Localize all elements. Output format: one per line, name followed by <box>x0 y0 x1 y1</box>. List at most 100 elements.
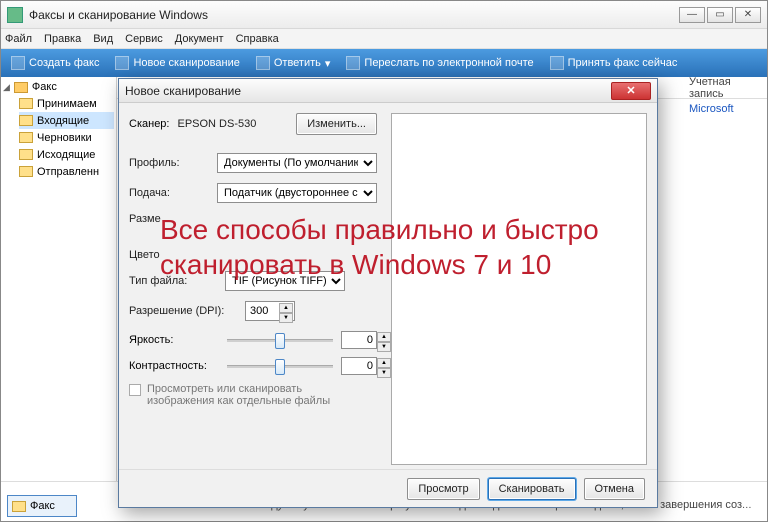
dialog-footer: Просмотр Сканировать Отмена <box>119 469 657 507</box>
reply-icon <box>256 56 270 70</box>
toolbar-new-fax[interactable]: Создать факс <box>5 54 105 72</box>
feed-select[interactable]: Податчик (двустороннее сканир <box>217 183 377 203</box>
separate-files-label: Просмотреть или сканировать изображения … <box>147 383 357 407</box>
tree-root[interactable]: ◢ Факс <box>3 81 114 93</box>
dialog-body: Сканер: EPSON DS-530 Изменить... Профиль… <box>119 103 657 469</box>
spin-down-icon[interactable]: ▼ <box>377 368 391 378</box>
brightness-value[interactable]: 0 ▲▼ <box>341 331 377 349</box>
minimize-button[interactable]: — <box>679 7 705 23</box>
preview-button[interactable]: Просмотр <box>407 478 479 500</box>
tree-item-label: Принимаем <box>37 98 97 110</box>
sidebar: ◢ Факс Принимаем Входящие Черновики Исхо… <box>1 77 117 521</box>
scanner-label: Сканер: <box>129 118 169 130</box>
toolbar-forward-label: Переслать по электронной почте <box>364 57 533 69</box>
scan-button[interactable]: Сканировать <box>488 478 576 500</box>
tree-item-drafts[interactable]: Черновики <box>19 129 114 146</box>
spin-down-icon[interactable]: ▼ <box>377 342 391 352</box>
toolbar: Создать факс Новое сканирование Ответить… <box>1 49 767 77</box>
account-value[interactable]: Microsoft <box>689 99 761 115</box>
filetype-select[interactable]: TIF (Рисунок TIFF) <box>225 271 345 291</box>
forward-icon <box>346 56 360 70</box>
tree-item-label: Исходящие <box>37 149 95 161</box>
tree-item-inbox[interactable]: Входящие <box>19 112 114 129</box>
toolbar-new-scan-label: Новое сканирование <box>133 57 239 69</box>
account-header: Учетная запись <box>689 77 761 99</box>
spin-down-icon[interactable]: ▼ <box>279 313 293 323</box>
dialog-left-panel: Сканер: EPSON DS-530 Изменить... Профиль… <box>119 103 387 469</box>
folder-icon <box>12 501 26 512</box>
tree-toggle-icon[interactable]: ◢ <box>3 82 10 93</box>
maximize-button[interactable]: ▭ <box>707 7 733 23</box>
fax-icon <box>11 56 25 70</box>
filetype-label: Тип файла: <box>129 275 219 287</box>
scanner-value: EPSON DS-530 <box>177 118 256 130</box>
toolbar-new-scan[interactable]: Новое сканирование <box>109 54 245 72</box>
main-titlebar[interactable]: Факсы и сканирование Windows — ▭ ✕ <box>1 1 767 29</box>
cancel-button[interactable]: Отмена <box>584 478 645 500</box>
tree-children: Принимаем Входящие Черновики Исходящие О… <box>19 95 114 180</box>
toolbar-receive-fax[interactable]: Принять факс сейчас <box>544 54 684 72</box>
scan-icon <box>115 56 129 70</box>
tree-item-outgoing[interactable]: Исходящие <box>19 146 114 163</box>
tree-item-sent[interactable]: Отправленн <box>19 163 114 180</box>
toolbar-reply-label: Ответить <box>274 57 321 69</box>
dialog-title: Новое сканирование <box>125 84 611 98</box>
scan-preview-area <box>391 113 647 465</box>
bottom-tab-fax[interactable]: Факс <box>7 495 77 517</box>
toolbar-forward-email[interactable]: Переслать по электронной почте <box>340 54 539 72</box>
dpi-input[interactable]: 300 ▲▼ <box>245 301 295 321</box>
folder-icon <box>14 82 28 93</box>
account-column: Учетная запись Microsoft <box>689 77 761 115</box>
slider-thumb[interactable] <box>275 333 285 349</box>
separate-files-checkbox[interactable] <box>129 384 141 396</box>
profile-select[interactable]: Документы (По умолчанию) <box>217 153 377 173</box>
receive-icon <box>550 56 564 70</box>
color-label: Цвето <box>129 249 219 261</box>
brightness-value-text: 0 <box>367 334 373 346</box>
app-icon <box>7 7 23 23</box>
brightness-slider[interactable] <box>227 331 333 349</box>
folder-icon <box>19 149 33 160</box>
toolbar-new-fax-label: Создать факс <box>29 57 99 69</box>
menu-file[interactable]: Файл <box>5 33 32 45</box>
folder-icon <box>19 166 33 177</box>
dpi-value: 300 <box>250 305 268 317</box>
folder-icon <box>19 98 33 109</box>
tree-item-label: Входящие <box>37 115 89 127</box>
tree-root-label: Факс <box>32 81 57 93</box>
menu-document[interactable]: Документ <box>175 33 224 45</box>
slider-thumb[interactable] <box>275 359 285 375</box>
menu-edit[interactable]: Правка <box>44 33 81 45</box>
tree-item-label: Отправленн <box>37 166 99 178</box>
close-button[interactable]: ✕ <box>735 7 761 23</box>
brightness-label: Яркость: <box>129 334 219 346</box>
contrast-value-text: 0 <box>367 360 373 372</box>
bottom-tab-label: Факс <box>30 500 55 512</box>
change-scanner-button[interactable]: Изменить... <box>296 113 377 135</box>
size-label: Разме <box>129 213 219 225</box>
menu-tools[interactable]: Сервис <box>125 33 163 45</box>
feed-label: Подача: <box>129 187 211 199</box>
new-scan-dialog: Новое сканирование ✕ Сканер: EPSON DS-53… <box>118 78 658 508</box>
menu-help[interactable]: Справка <box>236 33 279 45</box>
spin-up-icon[interactable]: ▲ <box>377 358 391 368</box>
contrast-slider[interactable] <box>227 357 333 375</box>
tree-item-label: Черновики <box>37 132 92 144</box>
toolbar-reply[interactable]: Ответить▾ <box>250 54 337 72</box>
contrast-value[interactable]: 0 ▲▼ <box>341 357 377 375</box>
spin-up-icon[interactable]: ▲ <box>279 303 293 313</box>
profile-label: Профиль: <box>129 157 211 169</box>
spin-up-icon[interactable]: ▲ <box>377 332 391 342</box>
folder-icon <box>19 132 33 143</box>
dialog-titlebar[interactable]: Новое сканирование ✕ <box>119 79 657 103</box>
dialog-close-button[interactable]: ✕ <box>611 82 651 100</box>
dpi-label: Разрешение (DPI): <box>129 305 239 317</box>
contrast-label: Контрастность: <box>129 360 219 372</box>
toolbar-receive-label: Принять факс сейчас <box>568 57 678 69</box>
tree-item-incoming[interactable]: Принимаем <box>19 95 114 112</box>
menu-view[interactable]: Вид <box>93 33 113 45</box>
window-controls: — ▭ ✕ <box>679 7 761 23</box>
folder-icon <box>19 115 33 126</box>
window-title: Факсы и сканирование Windows <box>29 8 679 22</box>
menubar: Файл Правка Вид Сервис Документ Справка <box>1 29 767 49</box>
